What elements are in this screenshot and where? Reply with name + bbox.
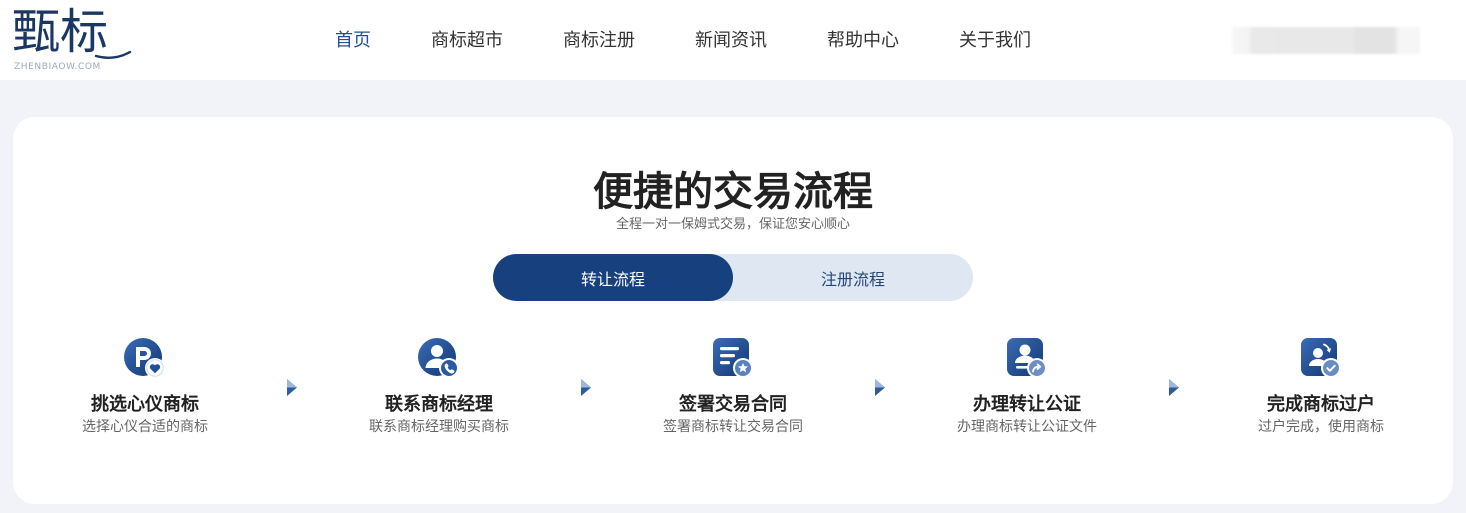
nav-about-us[interactable]: 关于我们 (959, 29, 1031, 53)
trade-process-card: 便捷的交易流程 全程一对一保姆式交易，保证您安心顺心 转让流程 注册流程 挑选心… (13, 117, 1453, 504)
section-subtitle: 全程一对一保姆式交易，保证您安心顺心 (615, 217, 850, 232)
transfer-complete-icon (1301, 338, 1341, 378)
step-description: 签署商标转让交易合同 (663, 419, 803, 435)
process-step-contact-manager: 联系商标经理 联系商标经理购买商标 (309, 336, 569, 437)
main-nav: 首页 商标超市 商标注册 新闻资讯 帮助中心 关于我们 (335, 0, 1031, 80)
step-title: 签署交易合同 (679, 394, 787, 415)
tab-registration-process[interactable]: 注册流程 (733, 254, 973, 301)
process-step-notarization: 办理转让公证 办理商标转让公证文件 (897, 336, 1157, 437)
chevron-right-icon (1169, 379, 1179, 396)
step-description: 过户完成，使用商标 (1258, 419, 1384, 435)
logo-domain: ZHENBIAOW.COM (14, 62, 101, 72)
nav-news[interactable]: 新闻资讯 (695, 29, 767, 53)
nav-trademark-market[interactable]: 商标超市 (431, 29, 503, 53)
site-header: 甄标 ZHENBIAOW.COM 首页 商标超市 商标注册 新闻资讯 帮助中心 … (0, 0, 1466, 80)
section-title: 便捷的交易流程 (593, 169, 873, 215)
chevron-right-icon (581, 379, 591, 396)
step-description: 联系商标经理购买商标 (369, 419, 509, 435)
chevron-right-icon (287, 379, 297, 396)
step-title: 办理转让公证 (973, 394, 1081, 415)
step-arrow (569, 336, 603, 437)
step-title: 挑选心仪商标 (91, 394, 199, 415)
site-logo[interactable]: 甄标 ZHENBIAOW.COM (12, 4, 137, 76)
process-tabs: 转让流程 注册流程 (493, 254, 973, 301)
step-arrow (863, 336, 897, 437)
step-description: 办理商标转让公证文件 (957, 419, 1097, 435)
step-arrow (1157, 336, 1191, 437)
nav-trademark-registration[interactable]: 商标注册 (563, 29, 635, 53)
contract-star-icon (713, 338, 753, 378)
step-title: 联系商标经理 (385, 394, 493, 415)
header-right-redacted-area (1232, 27, 1420, 54)
process-step-complete-transfer: 完成商标过户 过户完成，使用商标 (1191, 336, 1451, 437)
nav-help-center[interactable]: 帮助中心 (827, 29, 899, 53)
chevron-right-icon (875, 379, 885, 396)
process-step-choose-trademark: 挑选心仪商标 选择心仪合适的商标 (15, 336, 275, 437)
process-step-sign-contract: 签署交易合同 签署商标转让交易合同 (603, 336, 863, 437)
process-steps: 挑选心仪商标 选择心仪合适的商标 联系商标经理 联系商标经理购买商标 签署交易合… (15, 336, 1451, 437)
step-description: 选择心仪合适的商标 (82, 419, 208, 435)
manager-phone-icon (418, 338, 459, 378)
nav-home[interactable]: 首页 (335, 29, 371, 53)
step-arrow (275, 336, 309, 437)
tab-transfer-process[interactable]: 转让流程 (493, 254, 733, 301)
trademark-heart-icon (124, 338, 165, 378)
notary-certificate-icon (1007, 338, 1047, 378)
step-title: 完成商标过户 (1267, 394, 1375, 415)
